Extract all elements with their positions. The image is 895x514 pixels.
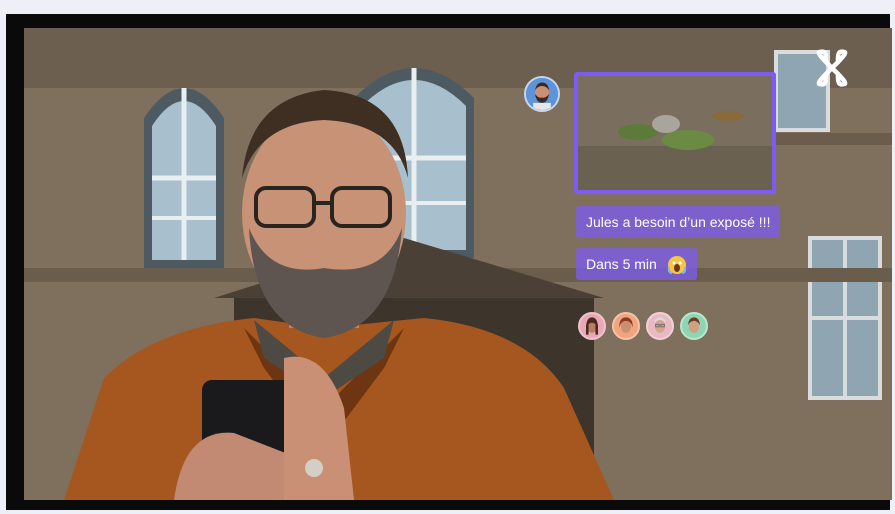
participant-3-face-icon bbox=[654, 317, 666, 333]
chat-message-2-text: Dans 5 min bbox=[586, 256, 657, 272]
participant-avatar-1[interactable] bbox=[578, 312, 606, 340]
command-knot-logo-icon bbox=[816, 49, 848, 87]
participant-avatar-4[interactable] bbox=[680, 312, 708, 340]
sender-avatar-face-icon bbox=[526, 78, 558, 110]
chat-message-2: Dans 5 min bbox=[576, 248, 697, 280]
woodlouse-photo bbox=[578, 76, 772, 190]
chat-message-1: Jules a besoin d’un exposé !!! bbox=[576, 206, 781, 238]
sender-avatar[interactable] bbox=[524, 76, 560, 112]
participant-avatar-3[interactable] bbox=[646, 312, 674, 340]
shared-photo-card[interactable] bbox=[574, 72, 776, 194]
participant-1-face-icon bbox=[586, 317, 598, 335]
chat-message-1-text: Jules a besoin d’un exposé !!! bbox=[586, 214, 771, 230]
participant-2-face-icon bbox=[619, 317, 633, 333]
screaming-face-emoji-icon bbox=[667, 256, 686, 275]
participant-4-face-icon bbox=[688, 317, 700, 333]
participant-avatar-2[interactable] bbox=[612, 312, 640, 340]
